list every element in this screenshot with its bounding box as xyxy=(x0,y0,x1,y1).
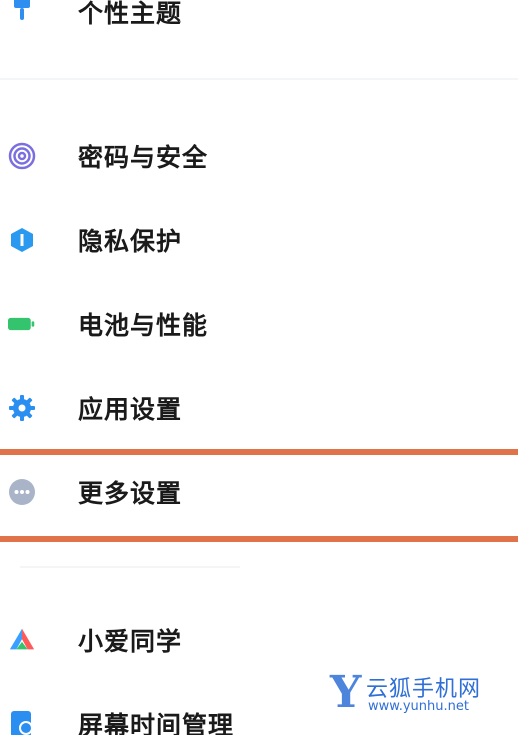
watermark-url: www.yunhu.net xyxy=(368,699,469,714)
settings-item-label: 更多设置 xyxy=(78,479,183,508)
settings-item-xiaoai[interactable]: 小爱同学 xyxy=(0,610,518,670)
settings-item-label: 电池与性能 xyxy=(78,311,209,340)
section-gap xyxy=(20,566,240,568)
settings-item-label: 小爱同学 xyxy=(78,627,183,656)
battery-icon xyxy=(8,310,36,338)
settings-item-label: 密码与安全 xyxy=(78,143,209,172)
settings-item-privacy[interactable]: 隐私保护 xyxy=(0,210,518,270)
more-dots-icon xyxy=(8,478,36,506)
settings-item-label: 个性主题 xyxy=(78,0,183,28)
gear-icon xyxy=(8,394,36,422)
privacy-shield-icon xyxy=(8,226,36,254)
watermark-logo: Y 云狐手机网 www.yunhu.net xyxy=(330,667,510,718)
settings-page: 个性主题 密码与安全 隐私保护 电池与性能 应用设置 更多设置 小爱同学 屏幕时… xyxy=(0,0,518,735)
settings-item-label: 隐私保护 xyxy=(78,227,183,256)
settings-item-more-settings[interactable]: 更多设置 xyxy=(0,462,518,522)
settings-item-theme[interactable]: 个性主题 xyxy=(0,0,518,42)
watermark-letter: Y xyxy=(330,667,362,718)
settings-item-app-settings[interactable]: 应用设置 xyxy=(0,378,518,438)
highlight-top-line xyxy=(0,449,518,455)
highlight-bottom-line xyxy=(0,536,518,542)
screen-time-icon xyxy=(8,710,36,735)
xiaoai-icon xyxy=(8,626,36,654)
theme-brush-icon xyxy=(8,0,36,26)
settings-item-label: 应用设置 xyxy=(78,395,183,424)
fingerprint-icon xyxy=(8,142,36,170)
settings-item-battery[interactable]: 电池与性能 xyxy=(0,294,518,354)
settings-item-label: 屏幕时间管理 xyxy=(78,711,235,735)
section-gap xyxy=(0,78,518,80)
settings-item-password-security[interactable]: 密码与安全 xyxy=(0,126,518,186)
